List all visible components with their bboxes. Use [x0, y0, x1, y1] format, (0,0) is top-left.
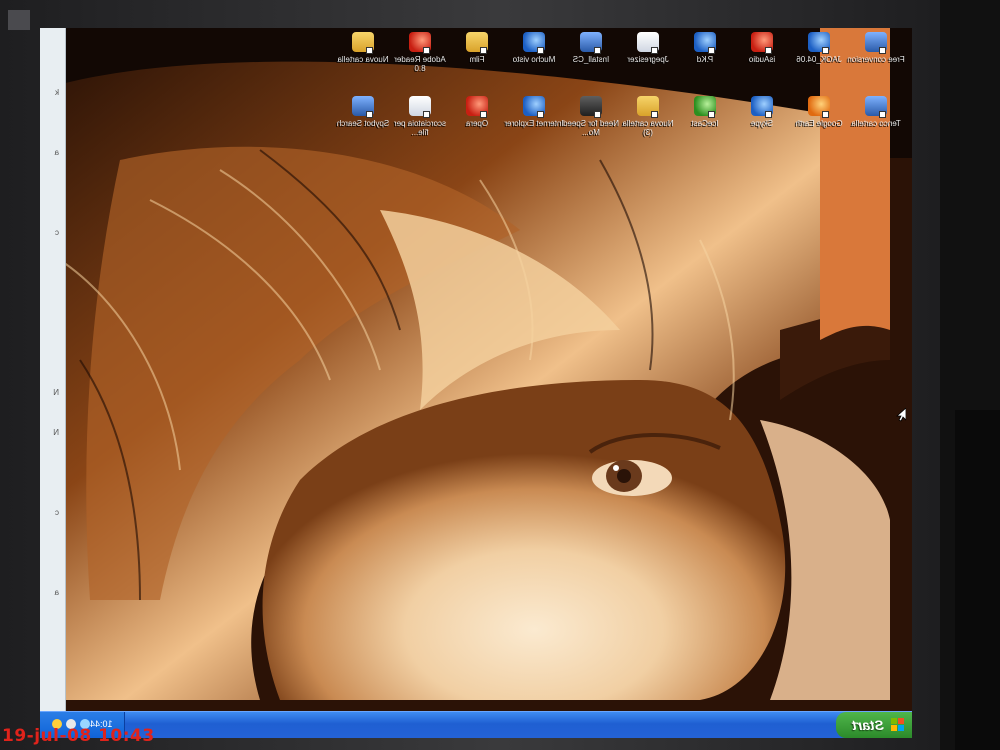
desktop-icon[interactable]: Google Earth [789, 96, 849, 128]
desktop-icon-label: Film [469, 55, 485, 64]
acrobat-icon [409, 32, 431, 52]
desktop-icon[interactable]: IceCast [675, 96, 735, 128]
start-label: Start [852, 717, 884, 733]
desktop-icon-label: Jpegresizer [627, 55, 669, 64]
desktop-icon-label: Tenco cartella [851, 119, 901, 128]
music-app-icon [751, 32, 773, 52]
desktop-icon[interactable]: Nuova cartella [333, 32, 393, 64]
desktop-icon-label: Opera [465, 119, 489, 128]
desktop-icon[interactable]: Need for Speed Mo... [561, 96, 621, 137]
taskbar: Start 10:44 [40, 711, 912, 738]
opera-icon [466, 96, 488, 116]
media-icon [694, 96, 716, 116]
desktop-icon-label: Install_CS [572, 55, 610, 64]
desktop-icon-label: P.Kd [696, 55, 714, 64]
skype-icon [751, 96, 773, 116]
start-button[interactable]: Start [836, 712, 912, 738]
desktop-icon[interactable]: Spybot Search [333, 96, 393, 128]
installer-icon [580, 32, 602, 52]
desktop-icon-label: Spybot Search [336, 119, 390, 128]
desktop-icon[interactable]: Free conversion [846, 32, 906, 64]
desktop-icon[interactable]: Adobe Reader 8.0 [390, 32, 450, 73]
desktop-icon[interactable]: Jpegresizer [618, 32, 678, 64]
monitor-screen: Free conversion JAOK_04.06 isAudio P.Kd Jpeg… [40, 28, 912, 738]
desktop: Free conversion JAOK_04.06 isAudio P.Kd Jpeg… [40, 28, 912, 738]
globe-icon [808, 32, 830, 52]
document-icon [409, 96, 431, 116]
desktop-icon-label: Mucho visto [512, 55, 556, 64]
desktop-icon[interactable]: Opera [447, 96, 507, 128]
desktop-icon-label: scorciatoia per file... [393, 119, 447, 137]
folder-icon [637, 96, 659, 116]
mouse-cursor [895, 407, 907, 427]
game-icon [580, 96, 602, 116]
desktop-icon[interactable]: isAudio [732, 32, 792, 64]
desktop-icon-label: Skype [750, 119, 774, 128]
desktop-icon[interactable]: JAOK_04.06 [789, 32, 849, 64]
internet-explorer-icon [523, 96, 545, 116]
windows-logo-icon [890, 718, 904, 732]
earth-icon [808, 96, 830, 116]
folder-icon [352, 32, 374, 52]
download-app-icon [865, 32, 887, 52]
desktop-icon[interactable]: P.Kd [675, 32, 735, 64]
desktop-icon-label: Nuova cartella (3) [622, 119, 674, 137]
desktop-icon-label: IceCast [691, 119, 719, 128]
desktop-icon[interactable]: Nuova cartella (3) [618, 96, 678, 137]
spybot-icon [352, 96, 374, 116]
desktop-icon[interactable]: scorciatoia per file... [390, 96, 450, 137]
desktop-icon[interactable]: Mucho visto [504, 32, 564, 64]
camera-timestamp: 19-jul-08 10:43 [2, 726, 155, 746]
desktop-icon[interactable]: Skype [732, 96, 792, 128]
desktop-icon-label: isAudio [748, 55, 776, 64]
desktop-icon[interactable]: Film [447, 32, 507, 64]
desktop-icon-label: Adobe Reader 8.0 [394, 55, 446, 73]
image-app-icon [637, 32, 659, 52]
computer-icon [865, 96, 887, 116]
desktop-icon-label: JAOK_04.06 [796, 55, 842, 64]
desktop-icon-label: Need for Speed Mo... [562, 119, 620, 137]
recycle-bin-icon [694, 32, 716, 52]
desktop-icon[interactable]: Tenco cartella [846, 96, 906, 128]
sidebar-panel: k a c N N c a [40, 28, 66, 712]
desktop-icon-label: Internet Explorer [504, 119, 564, 128]
desktop-icon-label: Nuova cartella [337, 55, 389, 64]
desktop-icon-label: Free conversion [847, 55, 905, 64]
desktop-icon-label: Google Earth [795, 119, 843, 128]
network-icon [523, 32, 545, 52]
desktop-icon[interactable]: Internet Explorer [504, 96, 564, 128]
folder-icon [466, 32, 488, 52]
desktop-icon[interactable]: Install_CS [561, 32, 621, 64]
